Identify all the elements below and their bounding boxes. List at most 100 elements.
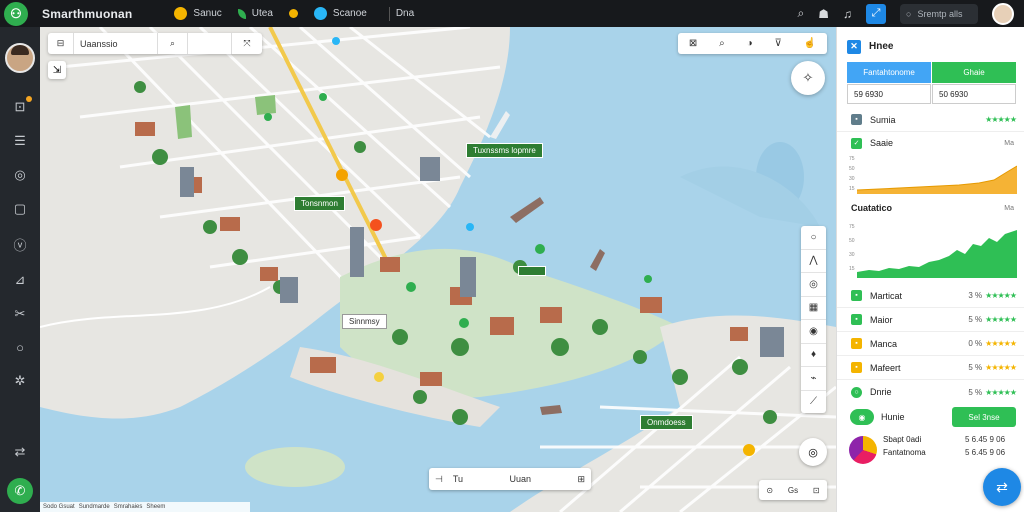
tab-right[interactable]: Ghaie (932, 62, 1016, 83)
row-label: Sumia (870, 114, 896, 125)
map-label-4[interactable]: Sinnmsy (342, 314, 387, 329)
map-canvas[interactable]: ⊟ Uaanssio ⌕ ⤧ ⇲ ⊠ ⌕ ◑ ⊽ ☝ ✧ ○ ⋀ ◎ ▦ ◉ ♦… (40, 27, 836, 512)
terrain-icon[interactable]: ⋀ (801, 250, 826, 273)
top-nav-item-4[interactable]: Scanoe (313, 7, 367, 20)
metric-value: 5 % (968, 315, 983, 324)
map-layer-strip: ○ ⋀ ◎ ▦ ◉ ♦ ⌁ ⟋ (801, 226, 826, 413)
attribution-2: Sundmarde (78, 504, 110, 510)
svg-text:75: 75 (849, 156, 855, 162)
phone-icon[interactable]: ✆ (7, 478, 33, 504)
map-search-icon[interactable]: ⌕ (158, 33, 188, 54)
close-icon[interactable]: ✕ (847, 39, 861, 54)
chart2-svg: 75 50 30 15 (849, 224, 1017, 278)
metric-row-1[interactable]: ▪ Marticat 3 % ★★★★★ (837, 284, 1024, 308)
chart1-right-label: Ma (1004, 139, 1014, 147)
layers-icon[interactable]: ⊟ (48, 33, 74, 54)
measure-icon[interactable]: ⟋ (801, 391, 826, 414)
apply-button[interactable]: Sel 3nse (952, 407, 1016, 427)
top-nav-item-3[interactable] (288, 9, 298, 18)
map-toolbar-label: Uaanssio (74, 33, 158, 54)
pan-icon[interactable]: ⇲ (48, 61, 66, 79)
list-icon[interactable]: ☰ (10, 133, 30, 149)
map-touch-icon[interactable]: ☝ (804, 38, 816, 49)
map-label-3[interactable] (518, 266, 546, 276)
top-search-input[interactable]: ○ Sremtp alls (900, 3, 978, 24)
left-rail: ⊡ ☰ ◎ ▢ ⓥ ⊿ ✂ ○ ✲ ⇄ ✆ (0, 27, 40, 512)
map-toolbar-blank[interactable] (188, 33, 232, 54)
panel-icon[interactable]: ▢ (10, 201, 30, 217)
metric-row-2[interactable]: ▪ Maior 5 % ★★★★★ (837, 308, 1024, 332)
globe-tool-icon[interactable]: ◉ (801, 320, 826, 344)
metric-row-4[interactable]: ▪ Mafeert 5 % ★★★★★ (837, 356, 1024, 380)
map-search-right-icon[interactable]: ⌕ (719, 38, 725, 49)
metric-row-5[interactable]: ○ Dnrie 5 % ★★★★★ (837, 380, 1024, 404)
metric-stars: ★★★★★ (985, 291, 1017, 300)
zoom-expand-icon[interactable]: ⊡ (813, 486, 820, 495)
map-mode-button[interactable]: ⤢ (866, 3, 886, 24)
map-label-5[interactable]: Onmdoess (640, 415, 693, 430)
info-icon[interactable]: ⓥ (10, 235, 30, 254)
metric-stars: ★★★★★ (985, 315, 1017, 324)
chart1-svg: 75 50 30 15 (849, 156, 1017, 194)
toggle-button[interactable]: ◉ (850, 409, 874, 425)
inbox-icon[interactable]: ⊡ (10, 96, 32, 115)
nav-divider (388, 6, 390, 21)
globe-icon (313, 7, 327, 20)
panel-row-1[interactable]: ▪ Sumia ★★★★★ (837, 108, 1024, 132)
target-tool-icon[interactable]: ◎ (801, 273, 826, 297)
water-icon[interactable]: ♦ (801, 344, 826, 367)
top-nav-item-1[interactable]: Sanuc (174, 7, 222, 20)
chart-icon[interactable]: ⊿ (10, 272, 30, 288)
map-pin-tool-icon[interactable]: ⊽ (774, 38, 781, 49)
top-nav-item-2[interactable]: Utea (237, 8, 273, 19)
search-ring-icon: ○ (906, 8, 912, 19)
map-search-bar[interactable]: ⊣ Tu Uuan ⊞ (429, 468, 591, 490)
locate-icon[interactable]: ◎ (799, 438, 827, 466)
metric-stars: ★★★★★ (985, 363, 1017, 372)
user-avatar[interactable] (992, 2, 1014, 25)
panel-title: Hnee (869, 41, 894, 52)
layers-tool-icon[interactable]: ▦ (801, 297, 826, 320)
settings-icon[interactable]: ✲ (10, 373, 30, 389)
map-label-1[interactable]: Tuxnssms lopmre (466, 143, 543, 158)
top-nav-item-5[interactable]: Dna (396, 8, 414, 19)
app-logo-icon[interactable]: ⚇ (4, 1, 28, 26)
chart2-caption: Cuatatico (851, 203, 893, 213)
route-icon: ⊣ (435, 473, 443, 484)
tab-left[interactable]: Fantahtonome (847, 62, 931, 83)
metric-value: 3 % (968, 291, 983, 300)
map-visibility-icon[interactable]: ◑ (747, 38, 753, 49)
profile-avatar[interactable] (5, 43, 35, 73)
map-label-2[interactable]: Tonsnmon (294, 196, 345, 211)
search-icon[interactable]: ⌕ (798, 6, 805, 21)
expand-icon[interactable]: ⇄ (15, 444, 26, 460)
circle-tool-icon[interactable]: ○ (801, 226, 826, 250)
metric-value: 5 % (968, 363, 983, 372)
legend-list: Sbapt 0adi Fantatnoma (883, 435, 926, 457)
zoom-area-icon[interactable]: ⊠ (689, 38, 697, 49)
tools-icon[interactable]: ✂ (10, 306, 30, 322)
area-chart-orange: ✓ Saaie Ma 75 50 30 15 (849, 132, 1017, 194)
svg-text:30: 30 (849, 176, 855, 182)
stat-icon: ▪ (851, 114, 862, 125)
metrics-list: ▪ Marticat 3 % ★★★★★ ▪ Maior 5 % ★★★★★ ▪… (837, 284, 1024, 404)
metric-icon: ▪ (851, 314, 862, 325)
metric-label: Manca (870, 338, 898, 349)
map-search-bar-icon: ⊞ (577, 473, 585, 484)
bell-icon[interactable]: ♫ (843, 7, 852, 21)
metric-label: Dnrie (870, 387, 892, 397)
link-icon[interactable]: ⌁ (801, 367, 826, 391)
svg-text:50: 50 (849, 238, 855, 244)
value-right: 50 6930 (932, 84, 1016, 104)
zoom-target-icon[interactable]: ⊙ (766, 486, 773, 495)
search-rail-icon[interactable]: ○ (10, 340, 30, 355)
attribution-1: Sodo Gsuat (43, 504, 75, 510)
fullscreen-icon[interactable]: ⤧ (232, 33, 262, 54)
fab-menu-icon[interactable]: ⇄ (983, 468, 1021, 506)
user-icon[interactable]: ☗ (818, 7, 829, 21)
pie-chart (849, 436, 877, 464)
zoom-control: ⊙ Gs ⊡ (759, 480, 827, 500)
compass-icon[interactable]: ✧ (791, 61, 825, 95)
target-icon[interactable]: ◎ (10, 167, 30, 183)
metric-row-3[interactable]: ▪ Manca 0 % ★★★★★ (837, 332, 1024, 356)
